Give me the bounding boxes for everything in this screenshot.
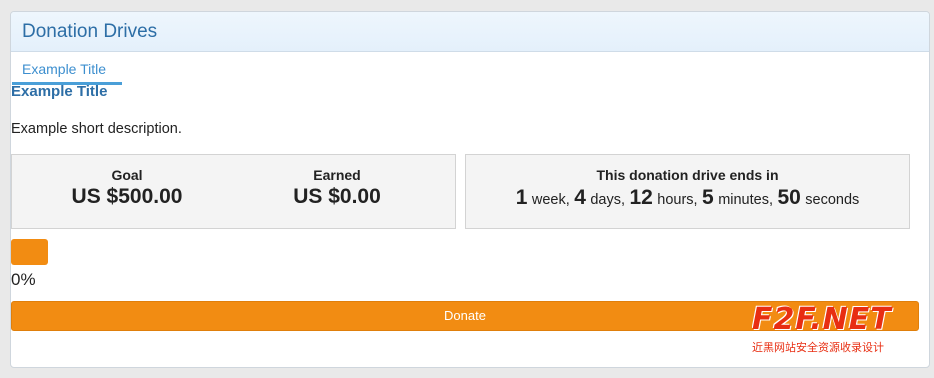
goal-value: US $500.00 bbox=[71, 185, 183, 208]
countdown-weeks-unit: week, bbox=[531, 192, 570, 208]
progress-bar bbox=[11, 239, 48, 265]
drive-description: Example short description. bbox=[11, 121, 182, 137]
earned-label: Earned bbox=[313, 167, 361, 183]
tab-row: Example Title bbox=[11, 52, 929, 85]
tab-example-title[interactable]: Example Title bbox=[12, 52, 122, 85]
countdown-weeks: 1 bbox=[515, 186, 528, 209]
countdown-value: 1 week, 4 days, 12 hours, 5 minutes, 50 … bbox=[466, 186, 909, 210]
countdown-seconds: 50 bbox=[777, 186, 801, 209]
panel-heading: Donation Drives bbox=[11, 12, 929, 52]
watermark-subtitle: 近黑网站安全资源收录设计 bbox=[752, 342, 884, 354]
countdown-minutes-unit: minutes, bbox=[718, 192, 773, 208]
countdown-box: This donation drive ends in 1 week, 4 da… bbox=[465, 154, 910, 229]
countdown-label: This donation drive ends in bbox=[596, 167, 779, 183]
watermark: F2F.NET 近黑网站安全资源收录设计 bbox=[752, 303, 932, 378]
watermark-logo: F2F.NET bbox=[752, 303, 892, 337]
earned-stat: Earned US $0.00 bbox=[227, 155, 447, 209]
progress-percent: 0% bbox=[11, 270, 36, 289]
countdown-minutes: 5 bbox=[702, 186, 714, 209]
countdown-seconds-unit: seconds bbox=[805, 192, 860, 208]
countdown-hours: 12 bbox=[629, 186, 653, 209]
drive-title: Example Title bbox=[11, 83, 108, 100]
countdown-hours-unit: hours, bbox=[657, 192, 698, 208]
goal-stat: Goal US $500.00 bbox=[17, 155, 237, 209]
countdown-days: 4 bbox=[574, 186, 586, 209]
stats-box: Goal US $500.00 Earned US $0.00 bbox=[11, 154, 456, 229]
goal-label: Goal bbox=[111, 167, 143, 183]
countdown-days-unit: days, bbox=[590, 192, 626, 208]
earned-value: US $0.00 bbox=[293, 185, 381, 208]
